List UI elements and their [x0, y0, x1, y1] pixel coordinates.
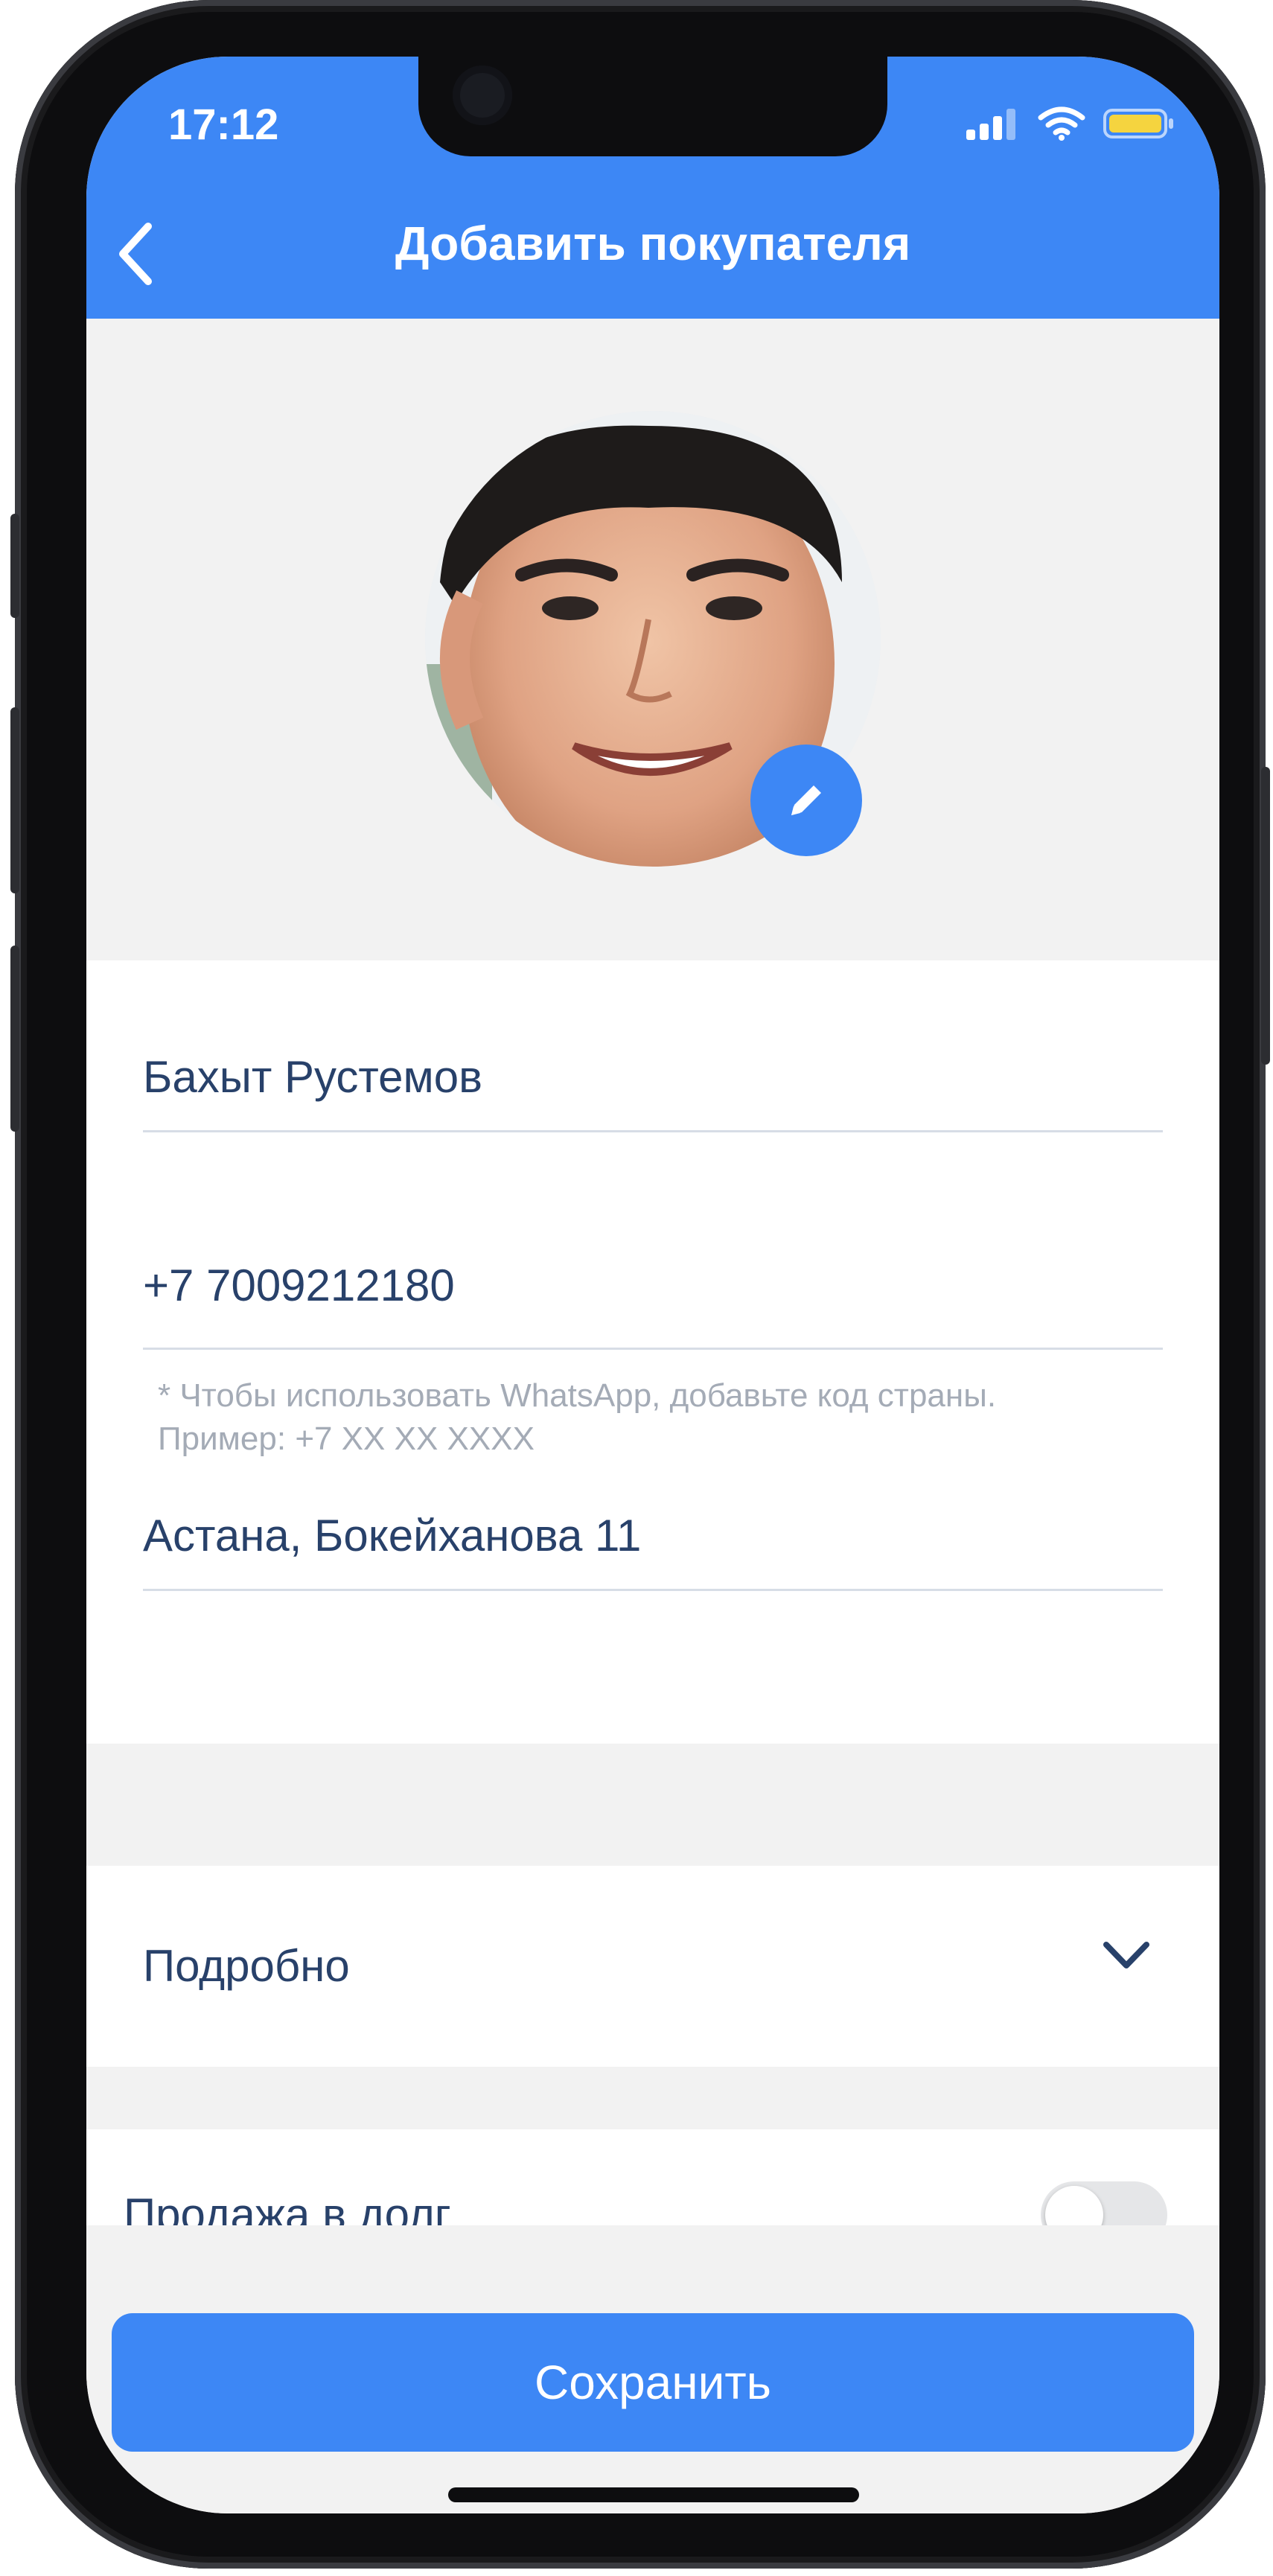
address-field[interactable]: Астана, Бокейханова 11: [143, 1510, 1163, 1561]
chevron-down-icon: [1103, 1942, 1149, 1968]
details-expander[interactable]: Подробно: [86, 1866, 1219, 2067]
bottom-panel: Сохранить: [86, 2225, 1219, 2513]
pencil-icon: [791, 785, 821, 815]
name-field[interactable]: Бахыт Рустемов: [143, 1051, 1163, 1103]
screen: 17:12 Добавить покупателя Бахыт Рустемов…: [86, 57, 1219, 2513]
address-underline: [143, 1589, 1163, 1591]
wifi-icon: [1038, 106, 1085, 141]
avatar-section: [86, 319, 1219, 960]
signal-bars-icon: [966, 109, 1015, 140]
volume-up-button: [10, 707, 19, 893]
status-time: 17:12: [168, 101, 279, 149]
volume-down-button: [10, 946, 19, 1132]
name-underline: [143, 1130, 1163, 1132]
battery-icon: [1103, 109, 1173, 138]
details-chevron: [1100, 1937, 1152, 1978]
page-title: Добавить покупателя: [395, 217, 911, 270]
edit-avatar-button[interactable]: [750, 745, 862, 856]
silent-switch: [10, 514, 19, 618]
front-camera: [453, 66, 512, 125]
details-label: Подробно: [143, 1941, 350, 1991]
phone-underline: [143, 1348, 1163, 1350]
customer-form: Бахыт Рустемов +7 7009212180 * Чтобы исп…: [86, 960, 1219, 1744]
status-icons: [966, 106, 1175, 141]
phone-field[interactable]: +7 7009212180: [143, 1260, 1163, 1311]
save-button[interactable]: Сохранить: [112, 2313, 1194, 2452]
phone-frame: 17:12 Добавить покупателя Бахыт Рустемов…: [10, 0, 1270, 2569]
power-button: [1261, 767, 1270, 1065]
phone-hint: * Чтобы использовать WhatsApp, добавьте …: [158, 1377, 997, 1457]
home-indicator[interactable]: [448, 2487, 859, 2502]
